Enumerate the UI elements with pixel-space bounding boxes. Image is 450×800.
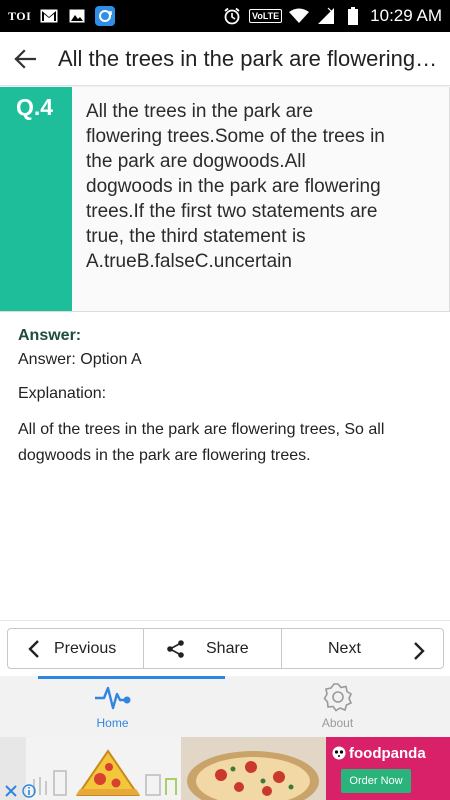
share-label: Share xyxy=(206,639,249,657)
signal-icon xyxy=(316,7,336,25)
question-text: All the trees in the park are flowering … xyxy=(86,101,385,272)
ad-illustration xyxy=(26,737,181,800)
question-nav: Previous Share Next xyxy=(7,628,444,669)
tab-active-indicator xyxy=(38,676,225,679)
answer-section: Answer: Answer: Option A Explanation: Al… xyxy=(18,327,438,469)
tab-about-label: About xyxy=(321,716,354,730)
ad-banner[interactable]: foodpanda Order Now xyxy=(0,737,450,800)
tab-about[interactable]: About xyxy=(225,676,450,737)
clock: 10:29 AM xyxy=(370,6,442,25)
status-bar: TOI VoLTE 10:29 AM xyxy=(0,0,450,32)
carrier-label: TOI xyxy=(8,8,32,23)
answer-option: Answer: Option A xyxy=(18,351,142,368)
status-left: TOI xyxy=(8,6,116,26)
question-number: Q.4 xyxy=(0,87,72,311)
gear-icon xyxy=(323,683,352,712)
tab-home[interactable]: Home xyxy=(0,676,225,737)
ad-info-icon[interactable] xyxy=(20,782,38,800)
tab-home-label: Home xyxy=(96,716,129,730)
explanation-heading: Explanation: xyxy=(18,385,107,402)
next-label: Next xyxy=(328,639,361,657)
question-card: Q.4 All the trees in the park are flower… xyxy=(0,87,450,312)
status-right: VoLTE 10:29 AM xyxy=(222,6,442,26)
image-icon xyxy=(67,7,87,25)
volte-badge: VoLTE xyxy=(249,9,283,23)
share-button[interactable]: Share xyxy=(143,629,281,668)
ad-close-icon[interactable] xyxy=(2,782,20,800)
previous-button[interactable]: Previous xyxy=(8,629,143,668)
ad-brand-name: foodpanda xyxy=(349,745,426,762)
chevron-right-icon xyxy=(414,642,425,660)
bottom-tab-bar: Home About xyxy=(0,676,450,737)
app-bar: All the trees in the park are flowering … xyxy=(0,32,450,86)
share-icon xyxy=(167,639,184,658)
sync-app-icon xyxy=(95,6,116,26)
explanation-text: All of the trees in the park are floweri… xyxy=(18,421,385,464)
pulse-icon xyxy=(94,686,130,710)
panda-logo-icon xyxy=(332,746,346,760)
previous-label: Previous xyxy=(54,639,117,657)
gmail-icon xyxy=(39,7,59,25)
wifi-icon xyxy=(289,7,310,25)
alarm-icon xyxy=(222,7,242,25)
chevron-left-icon xyxy=(28,639,39,658)
battery-icon xyxy=(343,7,363,25)
answer-heading: Answer: xyxy=(18,327,82,344)
next-button[interactable]: Next xyxy=(281,629,443,668)
page-title: All the trees in the park are flowering … xyxy=(58,45,438,71)
ad-pizza-image xyxy=(181,737,326,800)
ad-order-button[interactable]: Order Now xyxy=(341,769,411,793)
divider xyxy=(0,620,450,621)
back-button[interactable] xyxy=(2,32,48,86)
arrow-back-icon xyxy=(14,48,36,69)
